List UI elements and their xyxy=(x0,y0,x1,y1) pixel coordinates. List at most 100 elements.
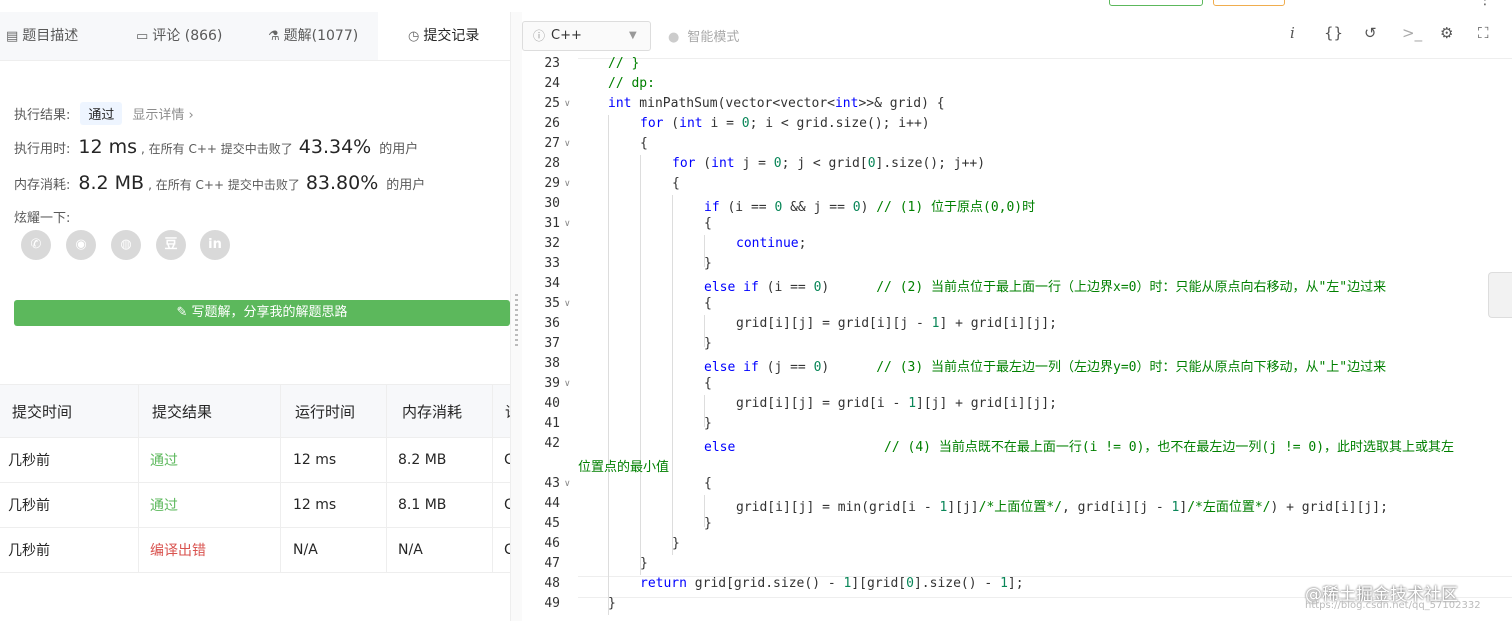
tab-solutions[interactable]: ⚗ 题解(1077) xyxy=(268,12,378,60)
line-number: 26 xyxy=(544,116,560,131)
code-line: 位置点的最小值 xyxy=(578,460,670,475)
code-line: return grid[grid.size() - 1][grid[0].siz… xyxy=(640,576,1024,591)
smart-mode-toggle[interactable]: ● 智能模式 xyxy=(668,26,739,45)
row-result[interactable]: 编译出错 xyxy=(150,528,206,572)
table-row[interactable]: 几秒前 通过 12 ms 8.2 MB C xyxy=(0,438,510,483)
terminal-icon[interactable]: >_ xyxy=(1402,24,1422,42)
code-line: for (int j = 0; j < grid[0].size(); j++) xyxy=(672,156,986,171)
line-number: 25 xyxy=(544,96,560,111)
fold-chevron-icon[interactable]: ∨ xyxy=(564,139,571,149)
code-line: for (int i = 0; i < grid.size(); i++) xyxy=(640,116,930,131)
side-panel-toggle[interactable] xyxy=(1488,272,1512,318)
chevron-down-icon: ▼ xyxy=(629,30,637,41)
line-number: 46 xyxy=(544,536,560,551)
tab-description[interactable]: ▤ 题目描述 xyxy=(6,12,126,60)
row-result[interactable]: 通过 xyxy=(150,483,178,527)
code-line: grid[i][j] = grid[i][j - 1] + grid[i][j]… xyxy=(736,316,1057,331)
row-time: 几秒前 xyxy=(8,453,50,469)
qq-icon[interactable]: ◍ xyxy=(111,230,141,260)
clock-icon: ◷ xyxy=(408,29,420,44)
fold-chevron-icon[interactable]: ∨ xyxy=(564,299,571,309)
line-number: 49 xyxy=(544,596,560,611)
table-row[interactable]: 几秒前 编译出错 N/A N/A C xyxy=(0,528,510,573)
code-line: continue; xyxy=(736,236,807,251)
indent-guide xyxy=(608,115,609,615)
code-line: else // (4) 当前点既不在最上面一行(i != 0)，也不在最左边一列… xyxy=(704,440,1455,455)
line-number: 35 xyxy=(544,296,560,311)
row-memory: 8.1 MB xyxy=(398,497,447,513)
douban-icon[interactable]: 豆 xyxy=(156,230,186,260)
braces-icon[interactable]: {} xyxy=(1324,24,1343,42)
line-number: 48 xyxy=(544,576,560,591)
line-number: 39 xyxy=(544,376,560,391)
indent-guide xyxy=(672,195,673,555)
memory-percent: 83.80% xyxy=(305,172,379,194)
fold-chevron-icon[interactable]: ∨ xyxy=(564,479,571,489)
drag-handle-icon[interactable] xyxy=(515,294,518,346)
line-number: 31 xyxy=(544,216,560,231)
col-submit-result[interactable]: 提交结果 xyxy=(152,385,212,437)
settings-icon[interactable]: ⚙ xyxy=(1440,24,1453,42)
status-badge: 通过 xyxy=(80,102,123,125)
runtime-percent: 43.34% xyxy=(298,136,372,158)
code-line: { xyxy=(704,296,712,311)
doc-icon: ▤ xyxy=(6,29,19,44)
line-number: 29 xyxy=(544,176,560,191)
memory-value: 8.2 MB xyxy=(78,172,145,194)
col-runtime[interactable]: 运行时间 xyxy=(295,385,355,437)
runtime-line: 执行用时: 12 ms, 在所有 C++ 提交中击败了 43.34% 的用户 xyxy=(14,136,419,158)
line-number: 34 xyxy=(544,276,560,291)
code-area[interactable]: // } // dp: int minPathSum(vector<vector… xyxy=(578,56,1512,621)
linkedin-icon[interactable]: in xyxy=(200,230,230,260)
runtime-value: 12 ms xyxy=(78,136,138,158)
fold-chevron-icon[interactable]: ∨ xyxy=(564,379,571,389)
tab-bar: ▤ 题目描述 ▭ 评论 (866) ⚗ 题解(1077) ◷ 提交记录 xyxy=(0,12,510,61)
tab-comments[interactable]: ▭ 评论 (866) xyxy=(136,12,256,60)
wechat-icon[interactable]: ✆ xyxy=(21,230,51,260)
language-select[interactable]: ⓘ C++ ▼ xyxy=(522,21,651,51)
result-line: 执行结果: 通过 显示详情 › xyxy=(14,102,194,125)
show-detail-link[interactable]: 显示详情 › xyxy=(132,108,193,123)
top-button-green[interactable] xyxy=(1109,0,1203,6)
tab-submissions[interactable]: ◷ 提交记录 xyxy=(378,12,510,60)
line-number: 44 xyxy=(544,496,560,511)
more-icon[interactable]: ⋮ xyxy=(1478,0,1492,8)
code-line: // } xyxy=(608,56,640,71)
line-number: 37 xyxy=(544,336,560,351)
code-line: { xyxy=(672,176,680,191)
weibo-icon[interactable]: ◉ xyxy=(66,230,96,260)
reset-icon[interactable]: ↺ xyxy=(1364,24,1377,42)
row-result[interactable]: 通过 xyxy=(150,438,178,482)
line-number: 41 xyxy=(544,416,560,431)
write-solution-button[interactable]: ✎ 写题解，分享我的解题思路 xyxy=(14,300,510,326)
table-row[interactable]: 几秒前 通过 12 ms 8.1 MB C xyxy=(0,483,510,528)
code-line: } xyxy=(640,556,648,571)
col-submit-time[interactable]: 提交时间 xyxy=(12,385,72,437)
code-line: { xyxy=(704,376,712,391)
top-button-orange[interactable] xyxy=(1213,0,1285,6)
line-number: 45 xyxy=(544,516,560,531)
code-line: } xyxy=(704,416,712,431)
code-line: } xyxy=(704,336,712,351)
code-line: { xyxy=(704,476,712,491)
row-runtime: 12 ms xyxy=(293,497,337,513)
share-label: 炫耀一下: xyxy=(14,211,71,226)
line-number: 32 xyxy=(544,236,560,251)
fold-chevron-icon[interactable]: ∨ xyxy=(564,179,571,189)
code-line: grid[i][j] = grid[i - 1][j] + grid[i][j]… xyxy=(736,396,1057,411)
line-number: 36 xyxy=(544,316,560,331)
line-number: 47 xyxy=(544,556,560,571)
line-gutter: 23 24 25 ∨ 26 27 ∨ 28 29 ∨ 30 31 ∨ 32 33 34 35 ∨ 36 37 38 39 ∨… xyxy=(522,56,578,621)
line-number: 27 xyxy=(544,136,560,151)
code-line: { xyxy=(640,136,648,151)
code-line: } xyxy=(704,256,712,271)
row-memory: N/A xyxy=(398,542,423,558)
fold-chevron-icon[interactable]: ∨ xyxy=(564,219,571,229)
fold-chevron-icon[interactable]: ∨ xyxy=(564,99,571,109)
info-icon[interactable]: i xyxy=(1290,24,1295,42)
code-line: } xyxy=(672,536,680,551)
col-memory[interactable]: 内存消耗 xyxy=(402,385,462,437)
line-number: 33 xyxy=(544,256,560,271)
left-panel: ▤ 题目描述 ▭ 评论 (866) ⚗ 题解(1077) ◷ 提交记录 执行结果: 通过显… xyxy=(0,12,510,621)
fullscreen-icon[interactable]: ⛶ xyxy=(1478,24,1489,42)
